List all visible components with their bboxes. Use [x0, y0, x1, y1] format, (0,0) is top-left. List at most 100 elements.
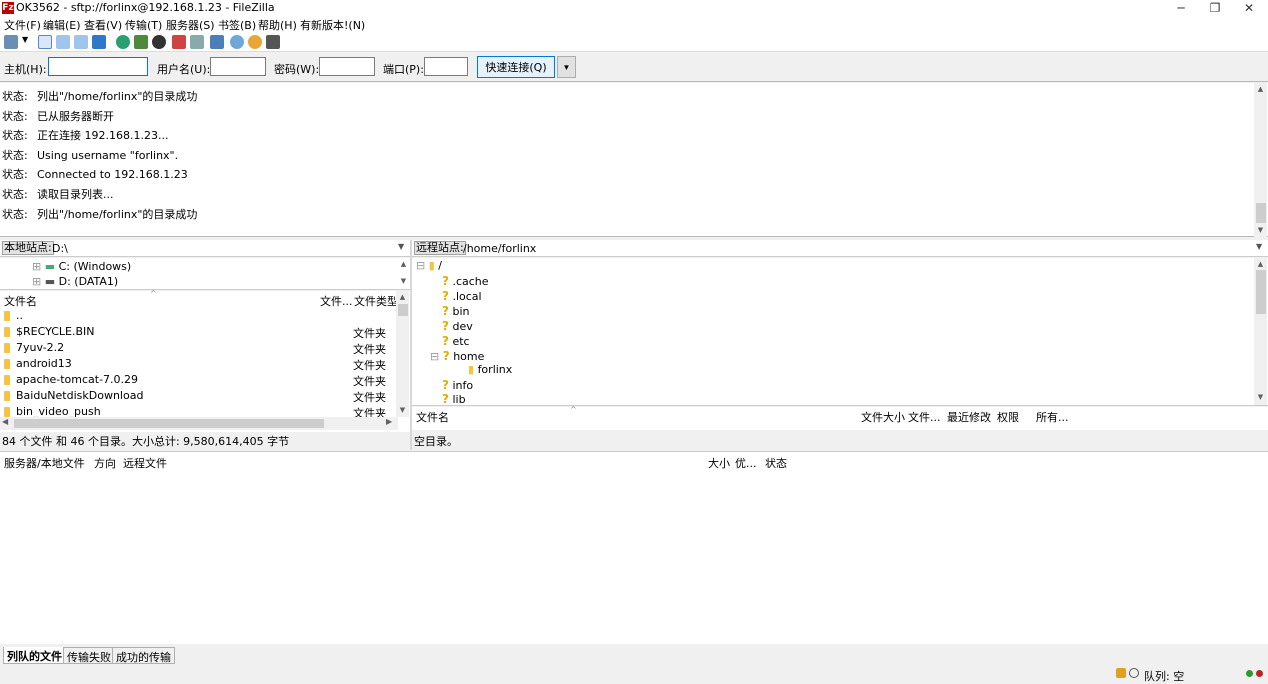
disconnect-icon[interactable]: [172, 35, 186, 49]
scroll-thumb[interactable]: [14, 419, 324, 428]
speed-limit-icon[interactable]: [1129, 668, 1139, 678]
remote-tree-scrollbar[interactable]: ▲ ▼: [1254, 258, 1267, 405]
find-files-icon[interactable]: [266, 35, 280, 49]
tab-successful-transfers[interactable]: 成功的传输: [112, 647, 175, 664]
scroll-thumb[interactable]: [1256, 203, 1266, 223]
local-files-scrollbar[interactable]: ▲ ▼: [396, 291, 409, 417]
tree-item[interactable]: ? dev: [442, 319, 473, 333]
port-input[interactable]: [424, 57, 468, 76]
remote-file-list[interactable]: 文件名 ^ 文件大小 文件... 最近修改 权限 所有...: [412, 405, 1268, 430]
list-item[interactable]: android13 文件夹: [0, 356, 395, 372]
minimize-button[interactable]: ─: [1164, 0, 1198, 16]
column-header-permissions[interactable]: 权限: [997, 409, 1019, 425]
column-header-server-local[interactable]: 服务器/本地文件: [4, 455, 85, 471]
column-header-filename[interactable]: 文件名: [416, 409, 449, 425]
column-header-size[interactable]: 文件大小: [861, 409, 905, 425]
list-item[interactable]: ..: [0, 308, 395, 324]
process-queue-icon[interactable]: [134, 35, 148, 49]
toggle-remote-tree-icon[interactable]: [74, 35, 88, 49]
quickconnect-history-dropdown[interactable]: ▼: [557, 56, 576, 78]
refresh-icon[interactable]: [116, 35, 130, 49]
local-files-hscrollbar[interactable]: ◀ ▶: [0, 417, 398, 430]
tree-item[interactable]: ? .cache: [442, 274, 489, 288]
tree-item[interactable]: ? bin: [442, 304, 469, 318]
vertical-splitter[interactable]: [410, 240, 412, 450]
toggle-log-icon[interactable]: [38, 35, 52, 49]
scroll-thumb[interactable]: [1256, 270, 1266, 314]
tree-item[interactable]: ⊟ ? home: [430, 349, 484, 363]
list-item[interactable]: $RECYCLE.BIN 文件夹: [0, 324, 395, 340]
local-file-list[interactable]: 文件名 ^ 文件... 文件类型 .. $RECYCLE.BIN 文件夹 7yuv…: [0, 289, 410, 432]
filter-icon[interactable]: [210, 35, 224, 49]
transfer-queue[interactable]: 服务器/本地文件 方向 远程文件 大小 优... 状态: [0, 451, 1268, 644]
tab-queued-files[interactable]: 列队的文件: [3, 647, 66, 664]
scroll-right-icon[interactable]: ▶: [386, 417, 392, 426]
column-header-owner[interactable]: 所有...: [1036, 409, 1069, 425]
menu-new-version[interactable]: 有新版本!(N): [300, 17, 365, 33]
tree-item[interactable]: ? lib: [442, 392, 466, 406]
column-header-status[interactable]: 状态: [765, 455, 787, 471]
menu-bookmarks[interactable]: 书签(B): [218, 17, 256, 33]
menu-edit[interactable]: 编辑(E): [43, 17, 81, 33]
tree-item[interactable]: ? etc: [442, 334, 470, 348]
local-directory-tree[interactable]: ⊞ ▬ C: (Windows) ⊞ ▬ D: (DATA1) ▲ ▼: [0, 258, 410, 290]
scroll-left-icon[interactable]: ◀: [2, 417, 8, 426]
search-icon[interactable]: [230, 35, 244, 49]
chevron-down-icon[interactable]: ▼: [1256, 242, 1262, 251]
site-manager-dropdown-icon[interactable]: ▼: [22, 35, 30, 49]
remote-status-text: 空目录。: [412, 432, 1268, 449]
tree-item-forlinx[interactable]: ▮ forlinx: [468, 363, 512, 376]
site-manager-icon[interactable]: [4, 35, 18, 49]
username-input[interactable]: [210, 57, 266, 76]
tree-item[interactable]: ? .local: [442, 289, 482, 303]
list-item[interactable]: BaiduNetdiskDownload 文件夹: [0, 388, 395, 404]
sync-browse-icon[interactable]: [248, 35, 262, 49]
column-header-size[interactable]: 文件...: [320, 293, 353, 309]
column-header-modified[interactable]: 最近修改: [947, 409, 991, 425]
column-header-size[interactable]: 大小: [708, 455, 730, 471]
unknown-folder-icon: ?: [442, 349, 450, 363]
local-path-combo[interactable]: D:\: [52, 242, 68, 255]
scroll-down-icon[interactable]: ▼: [396, 404, 409, 417]
tree-item-c-drive[interactable]: ⊞ ▬ C: (Windows): [32, 260, 131, 273]
message-log[interactable]: 状态: 列出"/home/forlinx"的目录成功 状态: 已从服务器断开 状态:…: [0, 83, 1268, 237]
menu-view[interactable]: 查看(V): [84, 17, 122, 33]
column-header-filename[interactable]: 文件名: [4, 293, 37, 309]
scroll-up-icon[interactable]: ▲: [1254, 83, 1267, 96]
scroll-down-icon[interactable]: ▼: [397, 275, 410, 288]
cancel-icon[interactable]: [152, 35, 166, 49]
column-header-priority[interactable]: 优...: [735, 455, 757, 471]
toggle-local-tree-icon[interactable]: [56, 35, 70, 49]
column-header-type[interactable]: 文件类型: [354, 293, 398, 309]
remote-directory-tree[interactable]: ⊟ ▮ / ? .cache ? .local ? bin ? dev ? et…: [412, 258, 1268, 406]
menu-server[interactable]: 服务器(S): [166, 17, 215, 33]
scroll-up-icon[interactable]: ▲: [396, 291, 409, 304]
column-header-direction[interactable]: 方向: [94, 455, 116, 471]
remote-path-combo[interactable]: /home/forlinx: [463, 242, 536, 255]
log-scrollbar[interactable]: ▲ ▼: [1254, 83, 1267, 237]
quickconnect-button[interactable]: 快速连接(Q): [477, 56, 555, 78]
maximize-button[interactable]: ❐: [1198, 0, 1232, 16]
column-header-remote-file[interactable]: 远程文件: [123, 455, 167, 471]
column-header-type[interactable]: 文件...: [908, 409, 941, 425]
local-tree-scrollbar[interactable]: ▲ ▼: [397, 258, 410, 289]
reconnect-icon[interactable]: [190, 35, 204, 49]
scroll-down-icon[interactable]: ▼: [1254, 224, 1267, 237]
password-input[interactable]: [319, 57, 375, 76]
list-item[interactable]: 7yuv-2.2 文件夹: [0, 340, 395, 356]
tab-failed-transfers[interactable]: 传输失败: [63, 647, 115, 664]
close-button[interactable]: ✕: [1232, 0, 1266, 16]
scroll-thumb[interactable]: [398, 304, 408, 316]
scroll-down-icon[interactable]: ▼: [1254, 391, 1267, 404]
scroll-up-icon[interactable]: ▲: [397, 258, 410, 271]
chevron-down-icon[interactable]: ▼: [398, 242, 404, 251]
list-item[interactable]: apache-tomcat-7.0.29 文件夹: [0, 372, 395, 388]
tree-item-root[interactable]: ⊟ ▮ /: [416, 259, 442, 272]
tree-item-d-drive[interactable]: ⊞ ▬ D: (DATA1): [32, 275, 118, 288]
toggle-queue-icon[interactable]: [92, 35, 106, 49]
menu-file[interactable]: 文件(F): [4, 17, 41, 33]
menu-transfer[interactable]: 传输(T): [125, 17, 162, 33]
menu-help[interactable]: 帮助(H): [258, 17, 297, 33]
tree-item[interactable]: ? info: [442, 378, 473, 392]
host-input[interactable]: [48, 57, 148, 76]
